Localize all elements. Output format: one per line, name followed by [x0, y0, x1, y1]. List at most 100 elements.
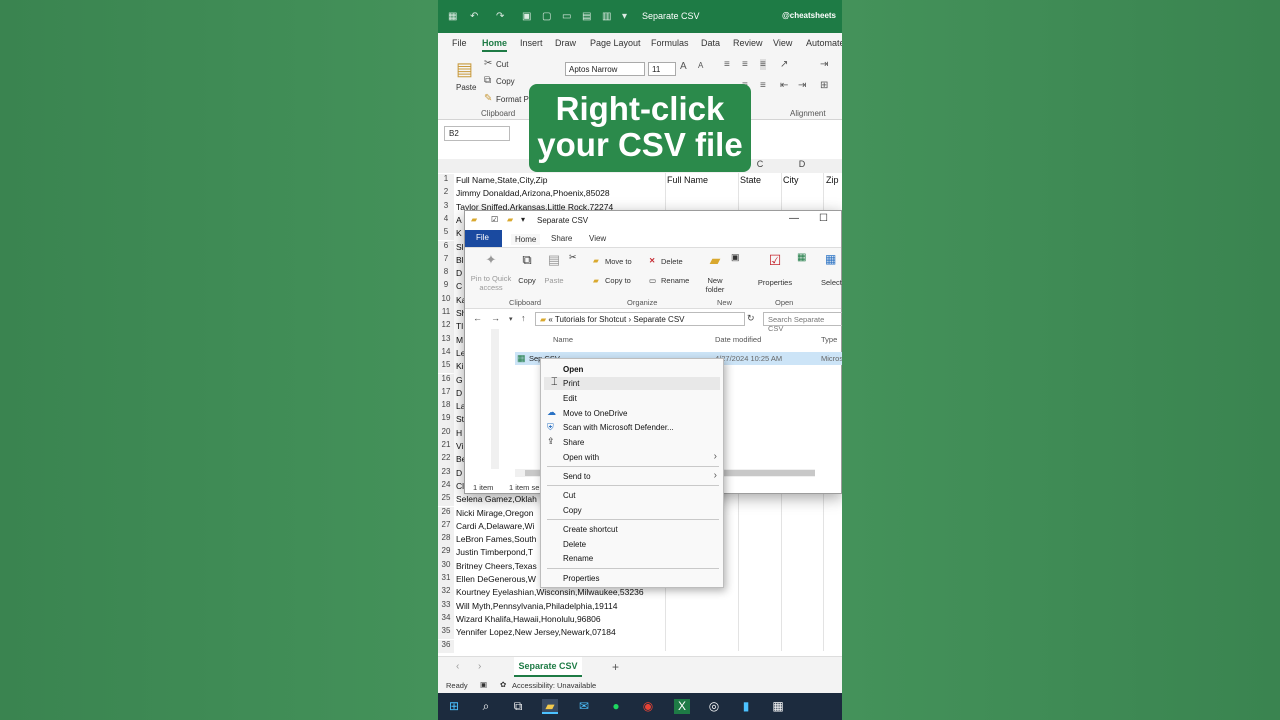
excel-icon[interactable]: X: [674, 699, 690, 714]
refresh-icon[interactable]: ↻: [747, 313, 755, 324]
task-view-icon[interactable]: ⧉: [510, 699, 526, 714]
tab-draw[interactable]: Draw: [555, 38, 576, 48]
tab-view[interactable]: View: [773, 38, 792, 48]
breadcrumb-parent[interactable]: Tutorials for Shotcut: [555, 315, 626, 324]
mail-icon[interactable]: ✉: [576, 699, 592, 714]
tab-review[interactable]: Review: [733, 38, 763, 48]
delete-button[interactable]: Delete: [661, 257, 683, 266]
row-number[interactable]: 11: [438, 307, 454, 321]
align-right-icon[interactable]: ≡: [760, 80, 766, 91]
copy-button[interactable]: Copy: [496, 77, 515, 86]
header-cell-full-name[interactable]: Full Name: [667, 175, 708, 185]
customize-icon[interactable]: ▾: [622, 11, 627, 22]
menu-item-send-to[interactable]: Send to: [563, 472, 591, 481]
row-number[interactable]: 25: [438, 493, 454, 507]
tab-page-layout[interactable]: Page Layout: [590, 38, 641, 48]
column-type[interactable]: Type: [821, 335, 837, 344]
up-icon[interactable]: ↑: [521, 313, 526, 323]
tab-data[interactable]: Data: [701, 38, 720, 48]
row-number[interactable]: 2: [438, 187, 454, 201]
macro-icon[interactable]: ▣: [480, 680, 487, 689]
row-number[interactable]: 35: [438, 626, 454, 640]
decrease-font-icon[interactable]: A: [698, 61, 703, 70]
row-number[interactable]: 23: [438, 466, 454, 480]
properties-button[interactable]: Properties: [757, 278, 793, 287]
name-box[interactable]: B2: [444, 126, 510, 141]
nav-pane-scrollbar[interactable]: [491, 329, 499, 469]
cell-a[interactable]: Wizard Khalifa,Hawaii,Honolulu,96806: [456, 614, 684, 624]
windows-start-icon[interactable]: ⊞: [446, 699, 462, 714]
tab-formulas[interactable]: Formulas: [651, 38, 689, 48]
shotcut-icon[interactable]: ▮: [738, 699, 754, 714]
cell-a[interactable]: Kourtney Eyelashian,Wisconsin,Milwaukee,…: [456, 587, 684, 597]
row-number[interactable]: 19: [438, 413, 454, 427]
menu-item-cut[interactable]: Cut: [563, 491, 575, 500]
row-number[interactable]: 31: [438, 573, 454, 587]
new-file-icon[interactable]: ▢: [542, 11, 551, 22]
address-bar[interactable]: ▰ « Tutorials for Shotcut › Separate CSV: [535, 312, 745, 326]
orientation-icon[interactable]: ↗: [780, 59, 788, 70]
menu-item-copy[interactable]: Copy: [563, 506, 582, 515]
tab-insert[interactable]: Insert: [520, 38, 543, 48]
row-number[interactable]: 18: [438, 400, 454, 414]
obs-icon[interactable]: ◎: [706, 699, 722, 714]
breadcrumb-current[interactable]: Separate CSV: [633, 315, 684, 324]
row-number[interactable]: 12: [438, 320, 454, 334]
open-file-icon[interactable]: ▭: [562, 11, 571, 22]
add-sheet-icon[interactable]: +: [612, 660, 619, 674]
increase-indent-icon[interactable]: ⇥: [798, 80, 806, 91]
row-number[interactable]: 4: [438, 213, 454, 228]
file-explorer-icon[interactable]: ▰: [542, 699, 558, 714]
menu-item-open-with[interactable]: Open with: [563, 453, 599, 462]
menu-item-properties[interactable]: Properties: [563, 574, 599, 583]
move-to-button[interactable]: Move to: [605, 257, 632, 266]
row-number[interactable]: 33: [438, 599, 454, 613]
column-d-header[interactable]: D: [782, 159, 822, 173]
row-number[interactable]: 16: [438, 373, 454, 387]
header-cell-city[interactable]: City: [783, 175, 799, 185]
tab-home[interactable]: Home: [511, 234, 541, 245]
row-number[interactable]: 1: [438, 174, 454, 188]
row-number[interactable]: 29: [438, 546, 454, 560]
redo-icon[interactable]: ↷: [496, 11, 504, 22]
cell-a[interactable]: Yennifer Lopez,New Jersey,Newark,07184: [456, 627, 684, 637]
properties-quick-icon[interactable]: ☑: [491, 215, 498, 224]
menu-item-edit[interactable]: Edit: [563, 394, 577, 403]
sheet-tab-separate-csv[interactable]: Separate CSV: [514, 657, 582, 677]
row-number[interactable]: 32: [438, 586, 454, 600]
menu-item-open[interactable]: Open: [563, 365, 583, 374]
cell-a[interactable]: Full Name,State,City,Zip: [456, 175, 656, 185]
quick-access-icon[interactable]: ▥: [602, 11, 611, 22]
menu-item-delete[interactable]: Delete: [563, 540, 586, 549]
decrease-indent-icon[interactable]: ⇤: [780, 80, 788, 91]
menu-item-rename[interactable]: Rename: [563, 554, 593, 563]
select-button[interactable]: Select: [821, 278, 842, 287]
menu-item-scan-defender[interactable]: Scan with Microsoft Defender...: [563, 423, 674, 432]
align-top-icon[interactable]: ≡: [724, 59, 730, 70]
paste-icon[interactable]: ▤: [456, 59, 473, 80]
back-icon[interactable]: ←: [473, 313, 482, 323]
row-number[interactable]: 17: [438, 386, 454, 401]
row-number[interactable]: 26: [438, 506, 454, 520]
align-middle-icon[interactable]: ≡: [742, 59, 748, 70]
new-folder-button[interactable]: New folder: [701, 276, 729, 294]
pin-to-quick-access-button[interactable]: Pin to Quick access: [469, 274, 513, 292]
document-title[interactable]: Separate CSV: [642, 11, 700, 21]
header-cell-zip[interactable]: Zip: [826, 175, 839, 185]
tab-automate[interactable]: Automate: [806, 38, 842, 48]
cut-button[interactable]: Cut: [496, 60, 508, 69]
prev-sheet-icon[interactable]: ‹: [456, 661, 459, 672]
row-number[interactable]: 14: [438, 346, 454, 361]
copy-to-button[interactable]: Copy to: [605, 276, 631, 285]
customize-quick-icon[interactable]: ▾: [521, 215, 525, 224]
header-cell-state[interactable]: State: [740, 175, 761, 185]
row-number[interactable]: 3: [438, 200, 454, 214]
column-name[interactable]: Name: [553, 335, 573, 344]
cell-a[interactable]: Will Myth,Pennsylvania,Philadelphia,1911…: [456, 601, 684, 611]
row-number[interactable]: 15: [438, 360, 454, 374]
paste-button[interactable]: Paste: [541, 276, 567, 285]
tab-home[interactable]: Home: [482, 38, 508, 52]
recent-locations-icon[interactable]: ▾: [509, 315, 513, 323]
row-number[interactable]: 6: [438, 240, 454, 254]
row-number[interactable]: 22: [438, 453, 454, 467]
